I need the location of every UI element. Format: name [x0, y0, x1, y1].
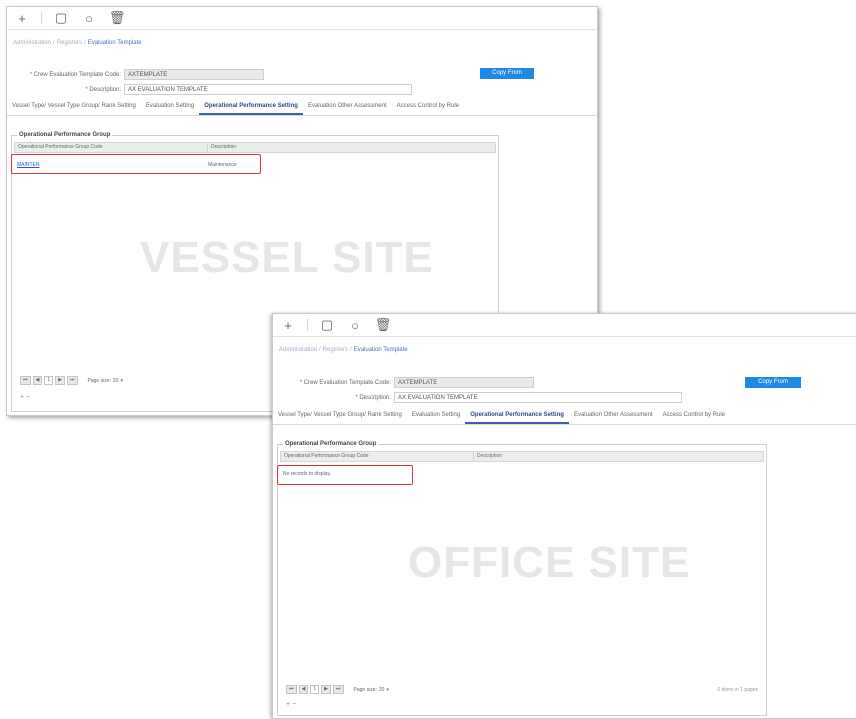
- tab-evaluation-other-assessment[interactable]: Evaluation Other Assessment: [569, 408, 658, 424]
- tab-operational-performance-setting[interactable]: Operational Performance Setting: [465, 408, 569, 424]
- refresh-icon[interactable]: ○: [80, 10, 98, 26]
- tab-access-control[interactable]: Access Control by Rule: [392, 99, 464, 115]
- last-page-button[interactable]: ⏭: [333, 685, 344, 694]
- table-row[interactable]: MAINTEN Maintenance: [17, 162, 257, 169]
- vessel-site-watermark: VESSEL SITE: [140, 233, 434, 282]
- tab-vessel-type-setting[interactable]: Vessel Type/ Vessel Type Group/ Rank Set…: [273, 408, 407, 424]
- tab-operational-performance-setting[interactable]: Operational Performance Setting: [199, 99, 303, 115]
- page-number-button[interactable]: 1: [44, 376, 54, 385]
- tab-evaluation-setting[interactable]: Evaluation Setting: [407, 408, 465, 424]
- description-label: * Description:: [85, 86, 121, 93]
- toolbar: + ▢ ○ 🗑: [7, 7, 597, 30]
- prev-page-button[interactable]: ◀: [32, 376, 43, 385]
- breadcrumb-item-current: Evaluation Template: [353, 347, 408, 353]
- remove-row-icon[interactable]: −: [292, 701, 296, 708]
- add-row-icon[interactable]: +: [286, 701, 290, 708]
- page-size-select[interactable]: 20: [113, 378, 119, 384]
- page-info: 0 items in 1 pages: [717, 687, 758, 693]
- toolbar-divider: [41, 12, 42, 24]
- copy-from-button[interactable]: Copy From: [745, 377, 801, 388]
- empty-message-row: No records to display.: [283, 471, 523, 478]
- template-code-row: * Crew Evaluation Template Code: AXTEMPL…: [281, 377, 534, 388]
- prev-page-button[interactable]: ◀: [298, 685, 309, 694]
- template-code-label: * Crew Evaluation Template Code:: [299, 379, 391, 386]
- page-size-select[interactable]: 20: [379, 687, 385, 693]
- next-page-button[interactable]: ▶: [55, 376, 66, 385]
- breadcrumb-separator: /: [319, 347, 321, 353]
- document-icon[interactable]: ▢: [318, 317, 336, 333]
- add-row-icon[interactable]: +: [20, 394, 24, 401]
- column-header-code[interactable]: Operational Performance Group Code: [15, 143, 207, 152]
- group-title: Operational Performance Group: [17, 132, 113, 138]
- remove-row-icon[interactable]: −: [26, 394, 30, 401]
- template-code-field: AXTEMPLATE: [394, 377, 534, 388]
- breadcrumb-separator: /: [53, 40, 55, 46]
- office-site-window: + ▢ ○ 🗑 Administration / Registers / Evaluat…: [272, 313, 856, 719]
- pager: ⏮ ◀ 1 ▶ ⏭ Page size: 20 ▾: [286, 685, 389, 694]
- toolbar-divider: [307, 319, 308, 331]
- first-page-button[interactable]: ⏮: [286, 685, 297, 694]
- grid-header: Operational Performance Group Code Descr…: [280, 451, 764, 462]
- plus-icon[interactable]: +: [13, 10, 31, 26]
- breadcrumb: Administration / Registers / Evaluation Temp…: [13, 40, 142, 46]
- chevron-down-icon[interactable]: ▾: [120, 378, 123, 384]
- last-page-button[interactable]: ⏭: [67, 376, 78, 385]
- description-field[interactable]: AX EVALUATION TEMPLATE: [124, 84, 412, 95]
- description-row: * Description: AX EVALUATION TEMPLATE: [281, 392, 682, 403]
- group-title: Operational Performance Group: [283, 441, 379, 447]
- row-description: Maintenance: [208, 162, 237, 168]
- template-code-row: * Crew Evaluation Template Code: AXTEMPL…: [15, 69, 264, 80]
- grid-header: Operational Performance Group Code Descr…: [14, 142, 496, 153]
- document-icon[interactable]: ▢: [52, 10, 70, 26]
- breadcrumb-item-administration[interactable]: Administration: [13, 40, 51, 46]
- description-field[interactable]: AX EVALUATION TEMPLATE: [394, 392, 682, 403]
- tab-evaluation-setting[interactable]: Evaluation Setting: [141, 99, 199, 115]
- breadcrumb: Administration / Registers / Evaluation Temp…: [279, 347, 408, 353]
- office-site-watermark: OFFICE SITE: [408, 538, 691, 587]
- template-code-label: * Crew Evaluation Template Code:: [29, 71, 121, 78]
- chevron-down-icon[interactable]: ▾: [386, 687, 389, 693]
- refresh-icon[interactable]: ○: [346, 317, 364, 333]
- column-header-description[interactable]: Description: [473, 452, 763, 461]
- row-code-link[interactable]: MAINTEN: [17, 162, 208, 169]
- toolbar: + ▢ ○ 🗑: [273, 314, 856, 337]
- breadcrumb-item-administration[interactable]: Administration: [279, 347, 317, 353]
- trash-icon[interactable]: 🗑: [108, 10, 126, 26]
- first-page-button[interactable]: ⏮: [20, 376, 31, 385]
- column-header-code[interactable]: Operational Performance Group Code: [281, 452, 473, 461]
- description-row: * Description: AX EVALUATION TEMPLATE: [15, 84, 412, 95]
- tab-bar: Vessel Type/ Vessel Type Group/ Rank Set…: [273, 408, 856, 425]
- row-actions: + −: [286, 701, 296, 708]
- tab-evaluation-other-assessment[interactable]: Evaluation Other Assessment: [303, 99, 392, 115]
- breadcrumb-item-registers[interactable]: Registers: [323, 347, 348, 353]
- copy-from-button[interactable]: Copy From: [480, 68, 534, 79]
- tab-vessel-type-setting[interactable]: Vessel Type/ Vessel Type Group/ Rank Set…: [7, 99, 141, 115]
- tab-bar: Vessel Type/ Vessel Type Group/ Rank Set…: [7, 99, 597, 116]
- pager: ⏮ ◀ 1 ▶ ⏭ Page size: 20 ▾: [20, 376, 123, 385]
- page-number-button[interactable]: 1: [310, 685, 320, 694]
- plus-icon[interactable]: +: [279, 317, 297, 333]
- trash-icon[interactable]: 🗑: [374, 317, 392, 333]
- page-size-label: Page size:: [353, 686, 377, 693]
- breadcrumb-item-registers[interactable]: Registers: [57, 40, 82, 46]
- operational-performance-group: Operational Performance Group Operationa…: [277, 441, 767, 716]
- empty-message: No records to display.: [283, 471, 331, 477]
- next-page-button[interactable]: ▶: [321, 685, 332, 694]
- tab-access-control[interactable]: Access Control by Rule: [658, 408, 730, 424]
- column-header-description[interactable]: Description: [207, 143, 495, 152]
- breadcrumb-separator: /: [350, 347, 352, 353]
- description-label: * Description:: [355, 394, 391, 401]
- breadcrumb-item-current: Evaluation Template: [87, 40, 142, 46]
- row-actions: + −: [20, 394, 30, 401]
- breadcrumb-separator: /: [84, 40, 86, 46]
- template-code-field: AXTEMPLATE: [124, 69, 264, 80]
- page-size-label: Page size:: [87, 377, 111, 384]
